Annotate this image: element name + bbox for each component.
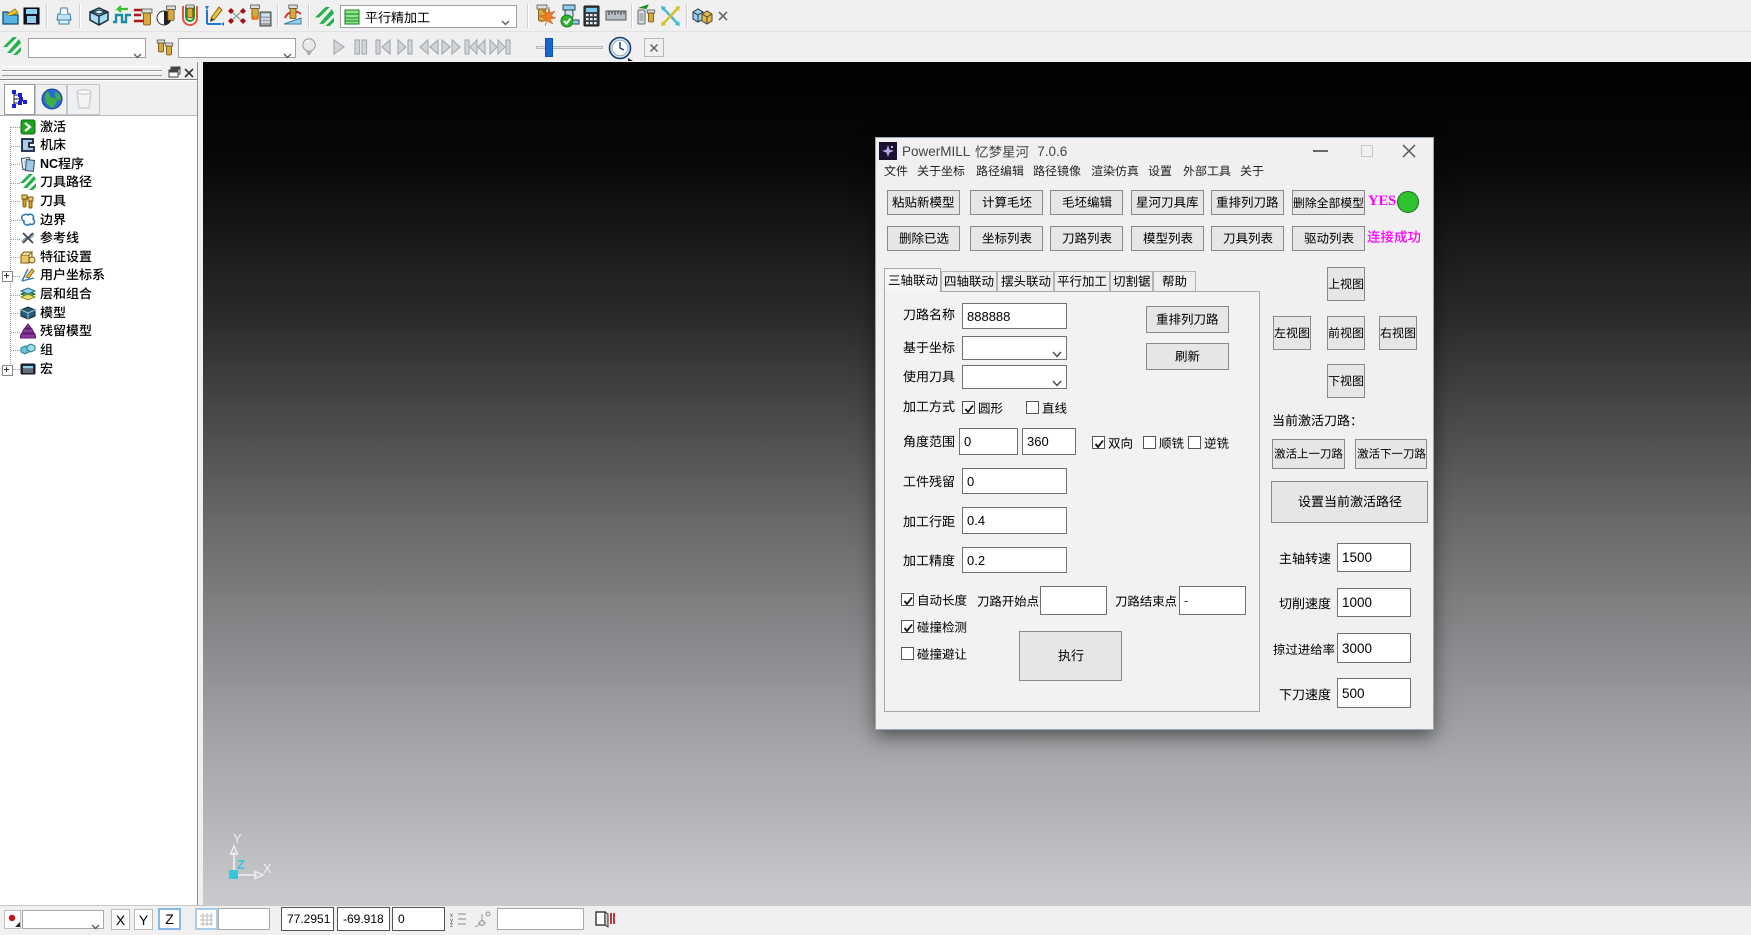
svg-text:Y: Y bbox=[233, 831, 242, 846]
svg-text:z: z bbox=[450, 923, 453, 928]
svg-text:X: X bbox=[263, 861, 272, 876]
svg-text:Z: Z bbox=[237, 857, 245, 872]
